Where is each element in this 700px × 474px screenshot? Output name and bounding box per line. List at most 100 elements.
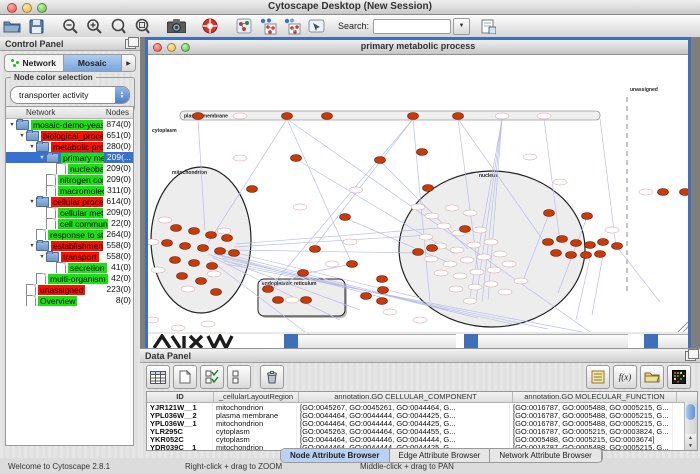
delete-attribute-icon[interactable] bbox=[260, 365, 284, 389]
float-panel-icon[interactable] bbox=[685, 351, 696, 361]
network-edge[interactable] bbox=[592, 255, 603, 315]
network-node-cytoplasm[interactable] bbox=[340, 214, 351, 221]
network-node-mitochondrion[interactable] bbox=[189, 260, 200, 267]
hide-selected-icon[interactable] bbox=[282, 17, 302, 35]
scrollbar-thumb[interactable] bbox=[686, 404, 695, 420]
network-node-cytoplasm[interactable] bbox=[544, 210, 555, 217]
import-attributes-icon[interactable] bbox=[640, 365, 664, 389]
select-attributes-icon[interactable] bbox=[200, 365, 224, 389]
network-node-cytoplasm[interactable] bbox=[347, 261, 358, 268]
network-edge[interactable] bbox=[232, 250, 418, 253]
network-node-mitochondrion[interactable] bbox=[229, 250, 240, 257]
network-node-mitochondrion[interactable] bbox=[222, 235, 233, 242]
network-node-nucleus_cluster[interactable] bbox=[566, 252, 577, 259]
network-edge[interactable] bbox=[312, 119, 413, 250]
annotation-icon[interactable] bbox=[306, 17, 326, 35]
tree-item-response-to-stimulu[interactable]: response to stimulu264(0) bbox=[6, 229, 133, 240]
expand-arrow-icon[interactable]: ▼ bbox=[8, 122, 16, 128]
tree-item-cell-communicat[interactable]: cell communicat22(0) bbox=[6, 218, 133, 229]
network-node-nucleus_cluster[interactable] bbox=[557, 236, 568, 243]
network-node-mitochondrion[interactable] bbox=[196, 278, 207, 285]
tree-item-macromolecule[interactable]: macromolecule311(0) bbox=[6, 185, 133, 196]
help-icon[interactable] bbox=[200, 17, 220, 35]
network-node-nucleus_cluster[interactable] bbox=[551, 250, 562, 257]
network-node-cytoplasm[interactable] bbox=[413, 249, 424, 256]
network-node-endoplasmic_reticulum[interactable] bbox=[301, 297, 312, 304]
tab-network-attribute-browser[interactable]: Network Attribute Browser bbox=[490, 449, 601, 462]
network-node-mitochondrion[interactable] bbox=[171, 225, 182, 232]
tree-item-biological-process[interactable]: ▼biological_process651(0) bbox=[6, 130, 133, 141]
tree-item-mosaic-demo-yeast[interactable]: ▼mosaic-demo-yeast874(0) bbox=[6, 119, 133, 130]
new-attribute-icon[interactable] bbox=[173, 365, 197, 389]
network-node-membrane[interactable] bbox=[193, 113, 204, 120]
table-scrollbar[interactable]: ▲▼ bbox=[684, 402, 697, 450]
snapshot-icon[interactable] bbox=[166, 17, 186, 35]
more-tabs-arrow-icon[interactable]: ▶ bbox=[122, 55, 135, 71]
expand-arrow-icon[interactable]: ▼ bbox=[38, 254, 46, 260]
network-node-cytoplasm[interactable] bbox=[423, 185, 434, 192]
network-node-mitochondrion[interactable] bbox=[162, 240, 173, 247]
network-node-cytoplasm[interactable] bbox=[417, 149, 428, 156]
tree-item-multi-organism-pro[interactable]: multi-organism pro42(0) bbox=[6, 273, 133, 284]
network-edge[interactable] bbox=[268, 119, 413, 290]
network-node-mitochondrion[interactable] bbox=[215, 248, 226, 255]
window-resize-grip[interactable] bbox=[678, 320, 688, 332]
network-window-titlebar[interactable]: primary metabolic process bbox=[148, 40, 688, 55]
expand-arrow-icon[interactable]: ▼ bbox=[28, 199, 36, 205]
network-node-cytoplasm[interactable] bbox=[460, 226, 471, 233]
network-node-cytoplasm[interactable] bbox=[378, 287, 389, 294]
search-options-dropdown-icon[interactable]: ▼ bbox=[453, 18, 470, 35]
app-titlebar[interactable]: Cytoscape Desktop (New Session) bbox=[0, 0, 700, 15]
network-node-mitochondrion[interactable] bbox=[177, 273, 188, 280]
tree-item-unassigned[interactable]: unassigned223(0) bbox=[6, 284, 133, 295]
unselect-attributes-icon[interactable] bbox=[227, 365, 251, 389]
attribute-matrix-icon[interactable] bbox=[667, 365, 691, 389]
network-canvas[interactable]: plasma membranecytoplasmmitochondrionnuc… bbox=[148, 55, 688, 332]
network-node-nucleus_cluster[interactable] bbox=[598, 239, 609, 246]
col-cellular-layout-region[interactable]: _cellularLayoutRegion bbox=[214, 392, 299, 402]
network-node-mitochondrion[interactable] bbox=[211, 289, 222, 296]
zoom-out-icon[interactable] bbox=[60, 17, 80, 35]
network-node-nucleus_cluster[interactable] bbox=[612, 243, 623, 250]
node-color-attribute-select[interactable]: transporter activity ▲▼ bbox=[10, 86, 130, 104]
expand-arrow-icon[interactable]: ▼ bbox=[38, 155, 46, 161]
attribute-notes-icon[interactable] bbox=[586, 365, 610, 389]
network-node-unassigned[interactable] bbox=[680, 189, 689, 196]
zoom-fit-icon[interactable] bbox=[132, 17, 152, 35]
col-id[interactable]: ID bbox=[147, 392, 214, 402]
network-node-cytoplasm[interactable] bbox=[377, 298, 388, 305]
tree-item-transport[interactable]: ▼transport558(0) bbox=[6, 251, 133, 262]
attribute-table-icon[interactable] bbox=[146, 365, 170, 389]
network-edge[interactable] bbox=[617, 247, 660, 302]
network-node-cytoplasm[interactable] bbox=[377, 276, 388, 283]
zoom-selected-icon[interactable] bbox=[108, 17, 128, 35]
network-node-nucleus_cluster[interactable] bbox=[581, 252, 592, 259]
expand-arrow-icon[interactable]: ▼ bbox=[28, 144, 36, 150]
open-file-icon[interactable] bbox=[2, 17, 22, 35]
network-node-cytoplasm[interactable] bbox=[263, 286, 274, 293]
network-node-membrane[interactable] bbox=[453, 113, 464, 120]
tab-network[interactable]: Network bbox=[5, 55, 64, 71]
network-node-cytoplasm[interactable] bbox=[291, 155, 302, 162]
tab-mosaic[interactable]: Mosaic bbox=[64, 55, 123, 71]
network-node-endoplasmic_reticulum[interactable] bbox=[273, 297, 284, 304]
tab-edge-attribute-browser[interactable]: Edge Attribute Browser bbox=[390, 449, 491, 462]
tree-item-nitrogen-compo[interactable]: nitrogen compo209(0) bbox=[6, 174, 133, 185]
function-builder-icon[interactable]: f(x) bbox=[613, 365, 637, 389]
network-edge[interactable] bbox=[287, 119, 352, 264]
tree-item-nucleobase-[interactable]: nucleobase-209(0) bbox=[6, 163, 133, 174]
tree-item-overview[interactable]: Overview8(0) bbox=[6, 295, 133, 306]
network-node-unassigned[interactable] bbox=[658, 189, 669, 196]
network-node-mitochondrion[interactable] bbox=[206, 232, 217, 239]
network-node-cytoplasm[interactable] bbox=[310, 246, 321, 253]
network-node-cytoplasm[interactable] bbox=[361, 293, 372, 300]
network-node-nucleus_cluster[interactable] bbox=[571, 240, 582, 247]
network-node-cytoplasm[interactable] bbox=[247, 186, 258, 193]
network-view-window[interactable]: primary metabolic process plasma membran… bbox=[145, 37, 691, 348]
expand-arrow-icon[interactable]: ▼ bbox=[18, 133, 26, 139]
tree-item-secretion[interactable]: secretion41(0) bbox=[6, 262, 133, 273]
network-node-mitochondrion[interactable] bbox=[198, 245, 209, 252]
network-node-cytoplasm[interactable] bbox=[298, 270, 309, 277]
network-node-mitochondrion[interactable] bbox=[170, 257, 181, 264]
network-node-membrane[interactable] bbox=[322, 113, 333, 120]
